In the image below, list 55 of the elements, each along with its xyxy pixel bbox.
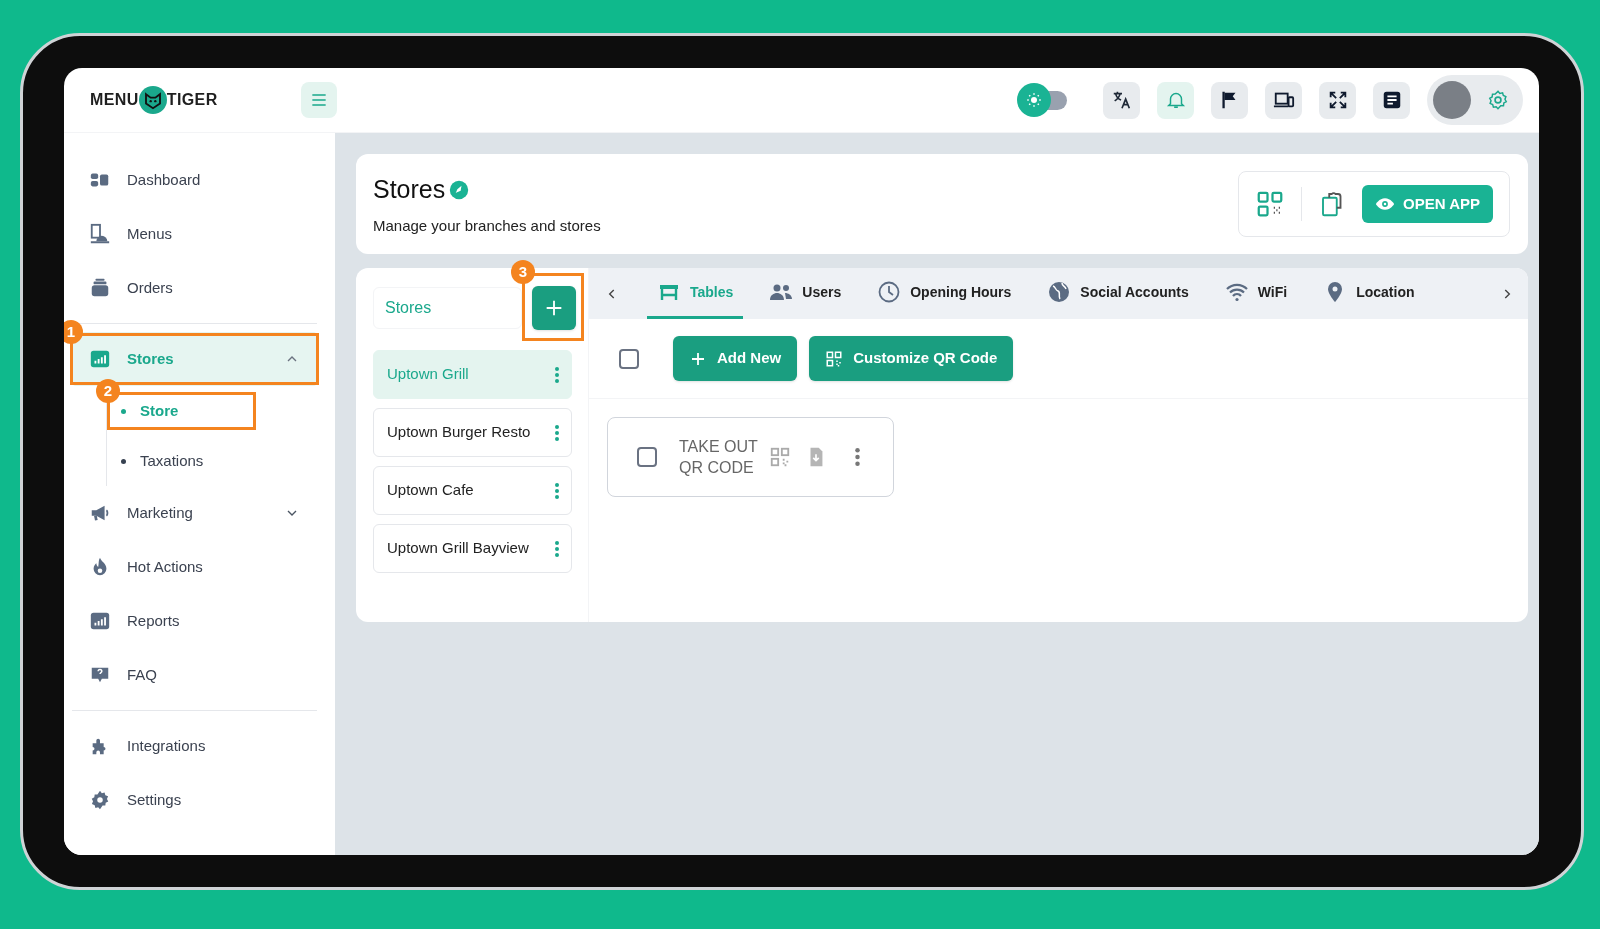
- submenu-item[interactable]: Taxations: [121, 436, 204, 486]
- callout-number: 1: [64, 320, 83, 344]
- sidebar-item[interactable]: Settings: [72, 773, 317, 827]
- more-vertical-icon: [555, 424, 559, 441]
- qr-code-icon: [769, 446, 791, 468]
- callout-number: 2: [96, 379, 120, 403]
- sidebar-item[interactable]: Reports: [72, 594, 317, 648]
- tiger-icon: [138, 86, 167, 114]
- flag-button[interactable]: [1211, 81, 1248, 119]
- add-store-button[interactable]: [532, 286, 576, 330]
- store-list-item[interactable]: Uptown Grill Bayview: [373, 524, 572, 573]
- clock-icon: [877, 280, 902, 304]
- bar-chart-icon: [89, 610, 111, 632]
- select-all-checkbox[interactable]: [619, 348, 639, 369]
- table-name: TAKE OUT QR CODE: [679, 437, 759, 478]
- sidebar-item[interactable]: Dashboard: [72, 153, 317, 207]
- notifications-button[interactable]: [1157, 81, 1194, 119]
- settings-icon: [89, 789, 111, 811]
- stack-icon: [89, 277, 111, 299]
- sun-icon: [1025, 91, 1043, 109]
- menu-button[interactable]: [301, 82, 337, 118]
- settings-icon: [1487, 89, 1509, 111]
- translate-button[interactable]: [1103, 81, 1140, 119]
- qr-code-icon: [825, 349, 844, 368]
- more-vertical-icon: [555, 366, 559, 383]
- store-list-item[interactable]: Uptown Burger Resto: [373, 408, 572, 457]
- globe-icon: [1047, 280, 1072, 304]
- store-list-item[interactable]: Uptown Cafe: [373, 466, 572, 515]
- tab[interactable]: Location: [1313, 268, 1425, 319]
- fullscreen-button[interactable]: [1319, 81, 1356, 119]
- sidebar-item[interactable]: FAQ: [72, 648, 317, 702]
- more-vertical-icon: [555, 482, 559, 499]
- table-checkbox[interactable]: [637, 447, 657, 467]
- sidebar-item[interactable]: Integrations: [72, 719, 317, 773]
- menu-board-icon: [89, 223, 111, 245]
- tab[interactable]: Social Accounts: [1037, 268, 1199, 319]
- sidebar-item[interactable]: Menus: [72, 207, 317, 261]
- more-vertical-icon: [855, 448, 860, 466]
- more-button[interactable]: [855, 448, 860, 466]
- callout-number: 3: [511, 260, 535, 284]
- avatar[interactable]: [1433, 81, 1471, 119]
- sidebar-item[interactable]: Orders: [72, 261, 317, 315]
- page-title: Stores: [373, 174, 446, 205]
- tab[interactable]: WiFi: [1214, 268, 1298, 319]
- page-subtitle: Manage your branches and stores: [373, 215, 601, 236]
- bar-chart-icon: [89, 348, 111, 370]
- more-vertical-icon: [555, 540, 559, 557]
- sidebar-item[interactable]: Marketing: [72, 486, 317, 540]
- logo: MENU TIGER: [90, 86, 300, 114]
- tab[interactable]: Users: [759, 268, 852, 319]
- devices-button[interactable]: [1265, 81, 1302, 119]
- sidebar-item[interactable]: Hot Actions: [72, 540, 317, 594]
- notes-button[interactable]: [1373, 81, 1410, 119]
- tab[interactable]: Opening Hours: [867, 268, 1022, 319]
- store-search-field[interactable]: Stores: [373, 287, 522, 329]
